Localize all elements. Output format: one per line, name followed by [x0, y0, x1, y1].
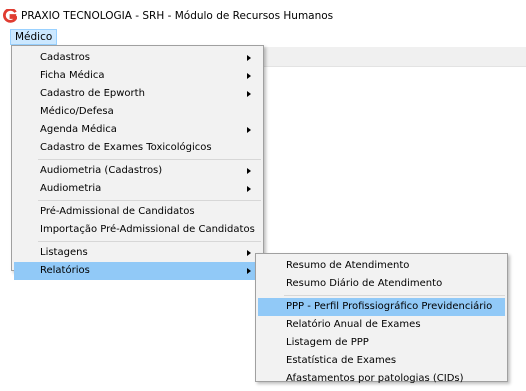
- menu-item-label: Cadastros: [40, 52, 90, 63]
- menu-item-medico-defesa[interactable]: Médico/Defesa: [14, 103, 261, 121]
- submenu-item-listagem-de-ppp[interactable]: Listagem de PPP: [258, 334, 505, 352]
- submenu-arrow-icon: [247, 168, 251, 174]
- menu-item-agenda-medica[interactable]: Agenda Médica: [14, 121, 261, 139]
- menu-item-listagens[interactable]: Listagens: [14, 244, 261, 262]
- menu-item-importacao-pre-admissional-de-candidatos[interactable]: Importação Pré-Admissional de Candidatos: [14, 221, 261, 239]
- submenu-arrow-icon: [247, 250, 251, 256]
- medico-dropdown-menu: Cadastros Ficha Médica Cadastro de Epworth…: [11, 45, 264, 280]
- menu-item-cadastro-de-epworth[interactable]: Cadastro de Epworth: [14, 85, 261, 103]
- submenu-item-estatistica-de-exames[interactable]: Estatística de Exames: [258, 352, 505, 370]
- menu-item-label: Relatório Anual de Exames: [286, 319, 421, 330]
- menu-item-label: Listagens: [40, 247, 88, 258]
- menu-item-label: Resumo Diário de Atendimento: [286, 278, 443, 289]
- menu-item-audiometria-cadastros[interactable]: Audiometria (Cadastros): [14, 162, 261, 180]
- menu-item-label: Importação Pré-Admissional de Candidatos: [40, 224, 255, 235]
- relatorios-submenu: Resumo de Atendimento Resumo Diário de At…: [255, 253, 508, 384]
- menu-item-label: Afastamentos por patologias (CIDs): [286, 373, 464, 384]
- menu-item-cadastro-de-exames-toxicologicos[interactable]: Cadastro de Exames Toxicológicos: [14, 139, 261, 157]
- menu-separator: [38, 159, 261, 160]
- menu-item-label: Cadastro de Exames Toxicológicos: [40, 142, 212, 153]
- window-title: PRAXIO TECNOLOGIA - SRH - Módulo de Recu…: [21, 10, 334, 22]
- menu-item-label: Agenda Médica: [40, 124, 117, 135]
- menu-separator: [38, 200, 261, 201]
- menu-item-relatorios[interactable]: Relatórios: [14, 262, 261, 280]
- title-bar: PRAXIO TECNOLOGIA - SRH - Módulo de Recu…: [0, 0, 526, 29]
- submenu-arrow-icon: [247, 186, 251, 192]
- submenu-arrow-icon: [247, 73, 251, 79]
- submenu-arrow-icon: [247, 127, 251, 133]
- submenu-item-afastamentos-por-patologias-cids[interactable]: Afastamentos por patologias (CIDs): [258, 370, 505, 388]
- submenu-arrow-icon: [247, 91, 251, 97]
- menu-item-label: Cadastro de Epworth: [40, 88, 145, 99]
- menu-item-label: Audiometria (Cadastros): [40, 165, 163, 176]
- submenu-item-ppp-perfil-profissiografico-previdenciario[interactable]: PPP - Perfil Profissiográfico Previdenci…: [258, 298, 505, 316]
- submenu-item-relatorio-anual-de-exames[interactable]: Relatório Anual de Exames: [258, 316, 505, 334]
- menu-item-label: Ficha Médica: [40, 70, 105, 81]
- menu-item-label: PPP - Perfil Profissiográfico Previdenci…: [286, 301, 493, 312]
- praxio-logo-icon: [3, 9, 17, 23]
- menu-item-label: Listagem de PPP: [286, 337, 369, 348]
- menu-item-cadastros[interactable]: Cadastros: [14, 49, 261, 67]
- menu-bar: Médico: [0, 29, 526, 45]
- submenu-arrow-icon: [247, 268, 251, 274]
- menu-item-label: Audiometria: [40, 183, 102, 194]
- submenu-arrow-icon: [247, 55, 251, 61]
- submenu-item-resumo-diario-de-atendimento[interactable]: Resumo Diário de Atendimento: [258, 275, 505, 293]
- menu-item-label: Pré-Admissional de Candidatos: [40, 206, 195, 217]
- menu-separator: [284, 295, 505, 296]
- menu-item-label: Relatórios: [40, 265, 90, 276]
- menu-item-label: Resumo de Atendimento: [286, 260, 410, 271]
- menu-item-label: Estatística de Exames: [286, 355, 397, 366]
- menu-item-ficha-medica[interactable]: Ficha Médica: [14, 67, 261, 85]
- menu-item-audiometria[interactable]: Audiometria: [14, 180, 261, 198]
- toolbar-background: [264, 47, 526, 67]
- submenu-item-resumo-de-atendimento[interactable]: Resumo de Atendimento: [258, 257, 505, 275]
- menu-separator: [38, 241, 261, 242]
- menu-item-pre-admissional-de-candidatos[interactable]: Pré-Admissional de Candidatos: [14, 203, 261, 221]
- menu-medico[interactable]: Médico: [10, 29, 58, 45]
- menu-item-label: Médico/Defesa: [40, 106, 114, 117]
